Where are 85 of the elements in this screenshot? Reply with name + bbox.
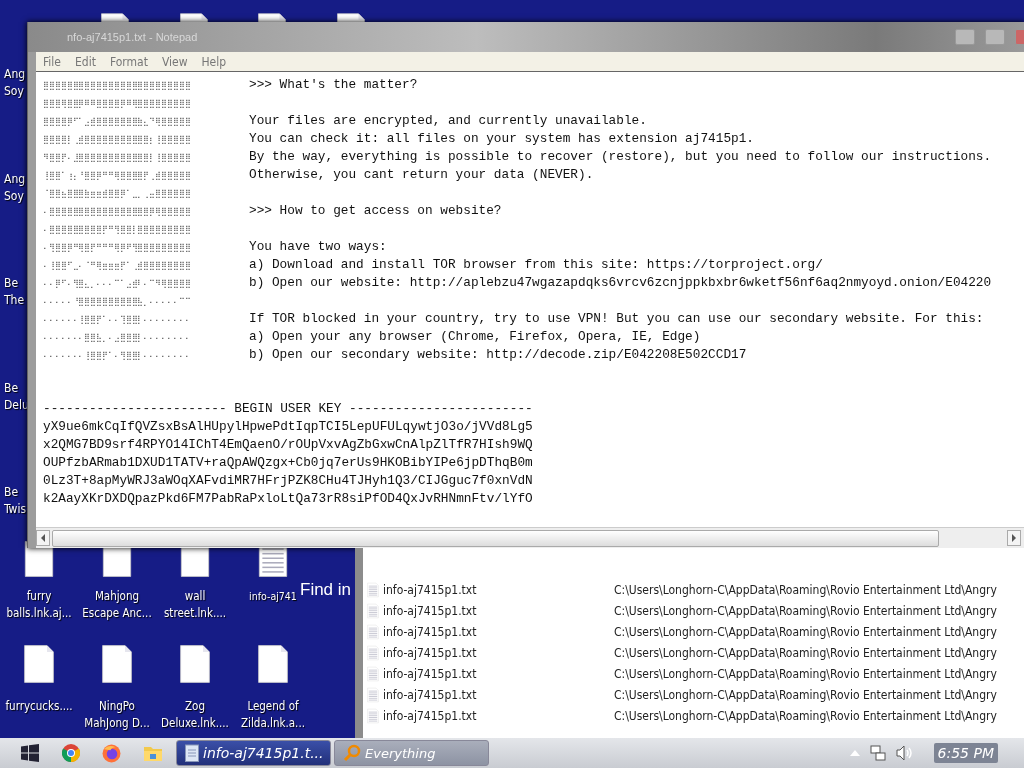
file-path: C:\Users\Longhorn-C\AppData\Roaming\Rovio Entertainment Ltd\Angry <box>614 666 997 681</box>
note-text: If TOR blocked in your country, try to use VPN! But you can use our secondary website. For this: <box>249 310 984 328</box>
menu-item[interactable]: View <box>154 54 195 69</box>
file-name[interactable]: info-aj7415p1.txt <box>383 708 614 723</box>
key-text: x2QMG7BD9srf4RPYO14IChT4EmQaenO/rOUpVxvAgZbGxwCnAlpZlTfR7HIsh9WQ <box>43 436 533 454</box>
file-path: C:\Users\Longhorn-C\AppData\Roaming\Rovio Entertainment Ltd\Angry <box>614 624 997 639</box>
menu-item[interactable]: Format <box>102 54 155 69</box>
icon-label[interactable]: Be The <box>4 275 30 309</box>
note-text: >>> What's the matter? <box>249 76 418 94</box>
key-text: k2AayXKrDXDQpazPkd6FM7PabRaPxloLtQa73rR8siPfOD4QxJvRHNmnFtv/lYfO <box>43 490 533 508</box>
icon-label[interactable]: NingPo MahJong D... <box>78 698 156 732</box>
note-text: b) Open our website: http://aplebzu47wgazapdqks6vrcv6zcnjppkbxbr6wketf56nf6aq2nmyoyd.onion/E04220 <box>249 274 992 292</box>
file-path: C:\Users\Longhorn-C\AppData\Roaming\Rovio Entertainment Ltd\Angry <box>614 645 997 660</box>
firefox-icon[interactable] <box>102 743 121 763</box>
icon-label[interactable]: Ang Soy <box>4 66 30 100</box>
notepad-icon <box>185 744 199 762</box>
chrome-icon[interactable] <box>61 744 80 762</box>
file-name[interactable]: info-aj7415p1.txt <box>383 582 614 597</box>
menu-item[interactable]: Edit <box>68 54 103 69</box>
file-path: C:\Users\Longhorn-C\AppData\Roaming\Rovio Entertainment Ltd\Angry <box>614 582 997 597</box>
horizontal-scrollbar[interactable] <box>36 527 1024 548</box>
ascii-art-line: ⠻⣿⣿⡟⠄⣸⣿⣿⣿⣿⣿⣿⣿⣿⣿⣿⣿⣿⡇⢸⣿⣿⣿⣿⣿ <box>43 151 192 164</box>
note-text: By the way, everything is possible to recover (restore), but you need to follow our instructions. <box>249 148 992 166</box>
search-icon <box>343 744 361 762</box>
text-file-icon <box>367 644 379 661</box>
file-name[interactable]: info-aj7415p1.txt <box>383 645 614 660</box>
ascii-art-line: ⠄⣿⣿⣿⣿⣿⣿⣿⣿⣿⡟⠛⢻⣿⣿⡇⣿⣿⣿⣿⣿⣿⣿⣿⣿ <box>43 223 192 236</box>
window-title: nfo-aj7415p1.txt - Notepad <box>67 31 199 43</box>
icon-label[interactable]: Ang Soy <box>4 170 30 205</box>
folder-icon[interactable] <box>142 744 163 762</box>
ascii-art-line: ⣿⣿⣿⣿⡇⢀⣾⣿⣿⣿⣿⣿⣿⣿⣿⣿⣿⣿⡆⢸⣿⣿⣿⣿⣿ <box>43 133 192 146</box>
ascii-art-line: ⣿⣿⣿⣿⣿⣿⣿⣿⣿⣿⣿⣿⣿⣿⣿⣿⣿⣿⣿⣿⣿⣿⣿⣿⣿ <box>43 79 192 92</box>
key-text: 0Lz3T+8apMyWRJ3aWOqXAFvdiMR7HFrjPZK8CHu4TJHyh1Q3/CIJGguc7f0xnVdN <box>43 472 533 490</box>
ascii-art-line: ⠄⣿⣿⣿⣿⣿⣿⣿⣿⣿⣿⣿⣿⣿⣿⣿⣿⣿⡿⢿⣿⣿⣿⣿⣿ <box>43 205 192 218</box>
text-file-icon <box>367 686 379 703</box>
ascii-art-line: ⠄⠄⠄⠄⠄⠄⠄⢸⣿⣿⡟⠁⠄⢻⣿⣿⡇⠄⠄⠄⠄⠄⠄⠄⠄ <box>43 349 192 362</box>
icon-label[interactable]: furry balls.lnk.aj... <box>0 588 78 622</box>
ascii-art-line: ⠄⠄⠄⠄⠄⠘⣿⣿⣿⣿⣿⣿⣿⣿⣿⣿⣧⡀⠄⠄⠄⠄⠄⠉⠉ <box>43 295 192 308</box>
ascii-art-line: ⠄⢸⣿⣿⠋⣀⠄⠈⠛⢿⣶⣶⣶⡟⠁⢀⣾⣿⣿⣿⣿⣿⣿⣿⣿ <box>43 259 192 272</box>
text-file-icon <box>367 602 379 619</box>
overlay-text: Find in <box>300 580 352 600</box>
icon-label[interactable]: Zog Deluxe.lnk.... <box>156 698 234 732</box>
icon-label[interactable]: info-aj741 <box>249 588 297 605</box>
note-text: Your files are encrypted, and currently unavailable. <box>249 112 647 130</box>
icon-label[interactable]: Legend of Zilda.lnk.a... <box>234 698 312 732</box>
network-icon[interactable] <box>869 745 886 761</box>
note-text: >>> How to get access on website? <box>249 202 502 220</box>
file-name[interactable]: info-aj7415p1.txt <box>383 666 614 681</box>
key-text: OUPfzbARmab1DXUD1TATV+raQpAWQzgx+Cb0jq7erUs9HKOBibYIPe6jpDThqB0m <box>43 454 533 472</box>
taskbar-window-button[interactable]: info-aj7415p1.t... <box>176 740 331 766</box>
icon-label[interactable]: wall street.lnk.... <box>156 588 234 622</box>
ascii-art-line: ⠈⣿⣿⣦⣿⣿⣿⣷⣶⣶⣾⣿⣿⡿⠁⣀⡀⢀⣤⣿⣿⣿⣿⣿⣿ <box>43 187 192 200</box>
menu-item[interactable]: File <box>36 54 68 69</box>
ascii-art-line: ⠄⠄⠄⠄⠄⠄⠄⣿⣿⣧⡀⠄⣠⣿⣿⣿⡇⠄⠄⠄⠄⠄⠄⠄⠄ <box>43 331 192 344</box>
ascii-art-line: ⣿⣿⣿⣿⡿⠋⠁⣠⣾⣿⣿⣿⣿⣿⣿⣿⣷⣄⠙⢿⣿⣿⣿⣿⣿ <box>43 115 192 128</box>
icon-label[interactable]: Mahjong Escape Anc... <box>78 588 156 622</box>
icon-label[interactable]: Be Twis <box>4 484 30 518</box>
file-name[interactable]: info-aj7415p1.txt <box>383 624 614 639</box>
ascii-art-line: ⢸⣿⣿⠁⢰⡄⠘⣿⣿⡿⠛⠛⢿⣿⣿⣿⣿⡟⢀⣾⣿⣿⣿⣿⣿ <box>43 169 192 182</box>
speaker-icon[interactable] <box>895 745 912 761</box>
key-text: yX9ue6mkCqIfQVZsxBsAlHUpylHpwePdtIqpTCI5LepUFULqywtjO3o/jVVd8Lg5 <box>43 418 533 436</box>
note-text: ------------------------ BEGIN USER KEY ------------------------ <box>43 400 533 418</box>
file-path: C:\Users\Longhorn-C\AppData\Roaming\Rovio Entertainment Ltd\Angry <box>614 687 997 702</box>
note-text: a) Open your any browser (Chrome, Firefox, Opera, IE, Edge) <box>249 328 701 346</box>
ascii-art-line: ⠄⠄⡿⠋⠄⢻⣿⣄⡀⠄⠄⠄⠉⠁⣠⣾⠇⠄⠉⠻⢿⣿⣿⣿⣿ <box>43 277 192 290</box>
file-path: C:\Users\Longhorn-C\AppData\Roaming\Rovio Entertainment Ltd\Angry <box>614 708 997 723</box>
text-file-icon <box>367 707 379 724</box>
note-text: You have two ways: <box>249 238 387 256</box>
text-file-icon <box>367 623 379 640</box>
note-text: b) Open our secondary website: http://decode.zip/E042208E502CCD17 <box>249 346 747 364</box>
ascii-art-line: ⠄⢻⣿⣿⡿⠛⢿⣿⡟⠛⠛⠛⢿⡿⠟⢻⣿⣿⣿⣿⣿⣿⣿⣿⣿ <box>43 241 192 254</box>
menu-item[interactable]: Help <box>194 54 234 69</box>
text-file-icon <box>367 665 379 682</box>
file-name[interactable]: info-aj7415p1.txt <box>383 603 614 618</box>
windows-logo-icon[interactable] <box>20 744 39 762</box>
note-text: a) Download and install TOR browser from this site: https://torproject.org/ <box>249 256 823 274</box>
icon-label[interactable]: furrycucks.... <box>5 698 73 715</box>
ascii-art-line: ⣿⣿⣿⢿⣿⣿⡿⠿⠿⣿⣿⣿⣿⡿⠿⢿⣿⣿⣿⣿⣿⣿⣿⣿⣿ <box>43 97 192 110</box>
text-file-icon <box>367 581 379 598</box>
note-text: Otherwise, you cant return your data (NEVER). <box>249 166 594 184</box>
ascii-art-line: ⠄⠄⠄⠄⠄⠄⢸⣿⣿⡟⠁⠄⠄⢹⣿⣿⡇⠄⠄⠄⠄⠄⠄⠄⠄ <box>43 313 192 326</box>
note-text: You can check it: all files on your system has extension aj7415p1. <box>249 130 754 148</box>
file-name[interactable]: info-aj7415p1.txt <box>383 687 614 702</box>
clock[interactable]: 6:55 PM <box>933 743 998 763</box>
file-path: C:\Users\Longhorn-C\AppData\Roaming\Rovio Entertainment Ltd\Angry <box>614 603 997 618</box>
